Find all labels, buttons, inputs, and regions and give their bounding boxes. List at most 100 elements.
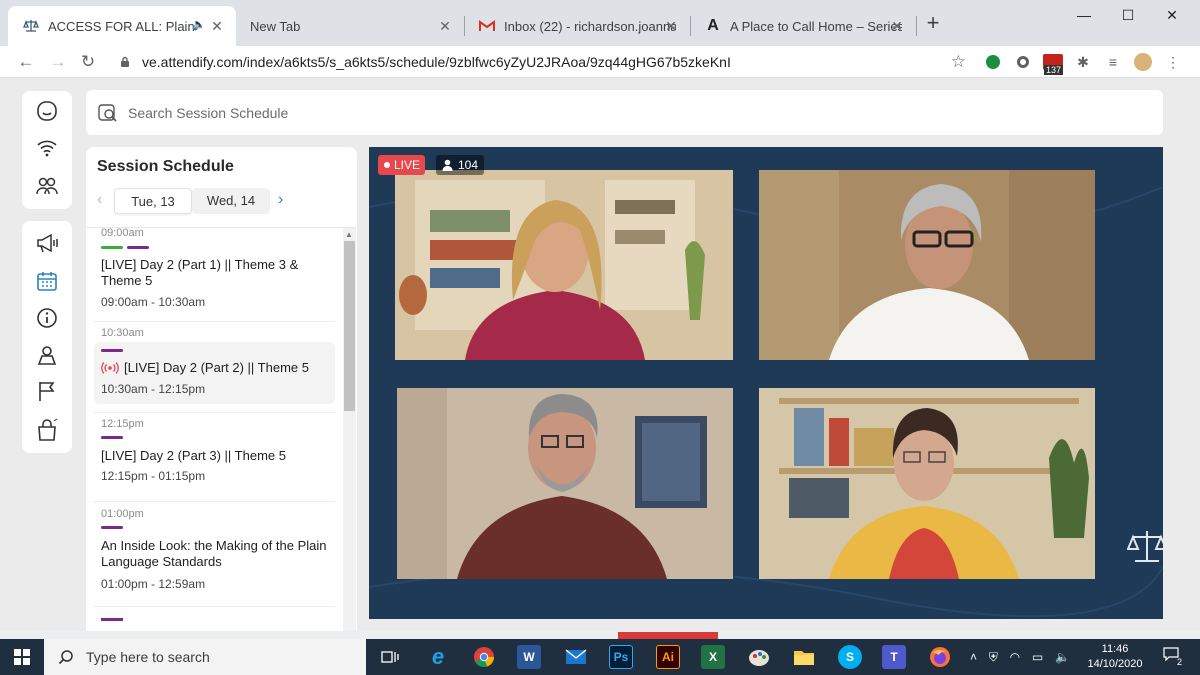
green-extension-icon[interactable] — [982, 51, 1004, 73]
session-schedule-panel: Session Schedule ‹ Tue, 13 Wed, 14 › 09:… — [86, 147, 357, 631]
theme-tags — [101, 246, 149, 249]
edge-browser-icon[interactable]: e — [426, 644, 450, 669]
session-time-label: 10:30am — [101, 327, 144, 339]
session-time-range: 09:00am - 10:30am — [101, 295, 206, 309]
search-input[interactable] — [128, 104, 1028, 121]
media-playlist-icon[interactable]: ≡ — [1102, 51, 1124, 73]
wifi-icon[interactable] — [34, 135, 60, 161]
battery-icon[interactable]: ▭ — [1032, 650, 1043, 664]
chevron-up-icon[interactable]: ˄ — [970, 650, 977, 664]
back-arrow-icon[interactable]: ← — [14, 50, 38, 74]
session-item[interactable]: 12:15pm [LIVE] Day 2 (Part 3) || Theme 5… — [94, 418, 335, 488]
session-item[interactable]: 09:00am [LIVE] Day 2 (Part 1) || Theme 3… — [94, 228, 335, 314]
session-time-label: 09:00am — [101, 228, 144, 239]
session-title: [LIVE] Day 2 (Part 3) || Theme 5 — [101, 448, 286, 463]
word-icon[interactable]: W — [517, 645, 541, 669]
tab-new-tab[interactable]: New Tab ✕ — [236, 6, 464, 46]
taskbar-search-box[interactable]: Type here to search — [44, 639, 366, 675]
skype-icon[interactable]: S — [838, 645, 862, 669]
letter-a-icon: A — [707, 17, 719, 34]
puzzle-extension-icon[interactable]: ✱ — [1072, 51, 1094, 73]
close-tab-icon[interactable]: ✕ — [436, 17, 454, 35]
teams-icon[interactable]: T — [882, 645, 906, 669]
date-tab-tue[interactable]: Tue, 13 — [114, 188, 192, 214]
info-icon[interactable] — [34, 305, 60, 331]
profile-avatar[interactable] — [1132, 51, 1154, 73]
scales-of-justice-icon — [22, 17, 40, 35]
minimize-icon[interactable]: — — [1062, 4, 1106, 26]
session-item-live[interactable]: [LIVE] Day 2 (Part 2) || Theme 5 10:30am… — [94, 342, 335, 404]
session-item[interactable]: 01:00pm An Inside Look: the Making of th… — [94, 508, 335, 598]
volume-icon[interactable]: 🔈 — [1055, 650, 1070, 664]
participant-video-tile — [759, 170, 1095, 360]
live-label: LIVE — [394, 158, 421, 172]
tab-title: New Tab — [250, 18, 301, 34]
speaker-icon[interactable]: 🔈 — [192, 18, 206, 31]
tab-title: A Place to Call Home – Series 1, — [730, 18, 902, 34]
prev-date-chevron-icon[interactable]: ‹ — [97, 191, 102, 209]
shield-icon[interactable]: ⛨ — [989, 650, 998, 665]
megaphone-icon[interactable] — [34, 230, 60, 256]
scrollbar-thumb[interactable] — [344, 241, 355, 411]
browser-tab-strip: ACCESS FOR ALL: Plain Langu 🔈 ✕ New Tab … — [0, 0, 1200, 46]
shopping-bag-icon[interactable] — [34, 417, 60, 443]
mail-icon[interactable] — [564, 645, 588, 669]
firefox-icon[interactable] — [928, 645, 952, 669]
scales-of-justice-logo — [1126, 527, 1163, 575]
tab-gmail-inbox[interactable]: Inbox (22) - richardson.joanna@ ✕ — [464, 6, 690, 46]
speaker-person-icon[interactable] — [34, 342, 60, 368]
date-tab-wed[interactable]: Wed, 14 — [192, 188, 270, 214]
session-list: 09:00am [LIVE] Day 2 (Part 1) || Theme 3… — [86, 228, 342, 631]
next-date-chevron-icon[interactable]: › — [278, 191, 283, 209]
theme-tag — [101, 526, 123, 529]
network-icon[interactable]: ◠ — [1010, 650, 1020, 664]
scroll-up-arrow-icon[interactable]: ▲ — [345, 230, 353, 239]
chrome-icon[interactable] — [472, 645, 496, 669]
viewer-count-number: 104 — [458, 158, 479, 172]
calendar-icon[interactable] — [34, 268, 60, 294]
schedule-title: Session Schedule — [97, 158, 234, 175]
calendar-extension-icon[interactable]: 137 — [1042, 51, 1064, 75]
excel-icon[interactable]: X — [701, 645, 725, 669]
close-window-icon[interactable]: ✕ — [1150, 4, 1194, 26]
maximize-icon[interactable]: ☐ — [1106, 4, 1150, 26]
theme-tag — [101, 246, 123, 249]
circle-extension-icon[interactable] — [1012, 51, 1034, 73]
close-tab-icon[interactable]: ✕ — [888, 17, 906, 35]
address-bar[interactable]: ve.attendify.com/index/a6kts5/s_a6kts5/s… — [108, 48, 976, 76]
theme-tag — [101, 618, 123, 621]
people-icon[interactable] — [34, 173, 60, 199]
close-tab-icon[interactable]: ✕ — [208, 17, 226, 35]
task-view-icon[interactable] — [378, 645, 402, 669]
schedule-scrollbar[interactable]: ▲ — [343, 228, 356, 631]
windows-start-icon[interactable] — [0, 639, 44, 675]
close-tab-icon[interactable]: ✕ — [662, 17, 680, 35]
taskbar-clock[interactable]: 11:46 14/10/2020 — [1080, 642, 1150, 672]
photoshop-icon[interactable]: Ps — [609, 645, 633, 669]
notification-center-icon[interactable]: 2 — [1160, 647, 1182, 667]
session-title: An Inside Look: the Making of the Plain … — [101, 538, 327, 569]
new-tab-plus-icon[interactable]: + — [922, 12, 944, 34]
tab-access-for-all[interactable]: ACCESS FOR ALL: Plain Langu 🔈 ✕ — [8, 6, 236, 46]
home-icon[interactable] — [34, 98, 60, 124]
session-title: [LIVE] Day 2 (Part 1) || Theme 3 & Theme… — [101, 257, 299, 288]
participant-video-tile — [759, 388, 1095, 579]
divider — [94, 606, 335, 607]
windows-taskbar: Type here to search e W Ps Ai X S T ˄ ⛨ … — [0, 639, 1200, 675]
paint-icon[interactable] — [747, 645, 771, 669]
participant-video-tile — [395, 170, 733, 360]
session-time-range: 12:15pm - 01:15pm — [101, 469, 206, 483]
live-video-stream[interactable]: LIVE 104 — [369, 147, 1163, 619]
tab-a-place-to-call-home[interactable]: A A Place to Call Home – Series 1, ✕ — [690, 6, 916, 46]
session-time-range: 01:00pm - 12:59am — [101, 577, 206, 591]
gmail-icon — [478, 17, 496, 35]
illustrator-icon[interactable]: Ai — [656, 645, 680, 669]
lock-icon — [116, 53, 134, 71]
kebab-menu-icon[interactable]: ⋮ — [1162, 51, 1184, 73]
reload-icon[interactable]: ↻ — [76, 50, 100, 74]
forward-arrow-icon[interactable]: → — [46, 50, 70, 74]
file-explorer-icon[interactable] — [792, 645, 816, 669]
bookmark-star-icon[interactable]: ☆ — [951, 52, 966, 72]
flag-icon[interactable] — [34, 378, 60, 404]
red-banner — [618, 632, 718, 639]
